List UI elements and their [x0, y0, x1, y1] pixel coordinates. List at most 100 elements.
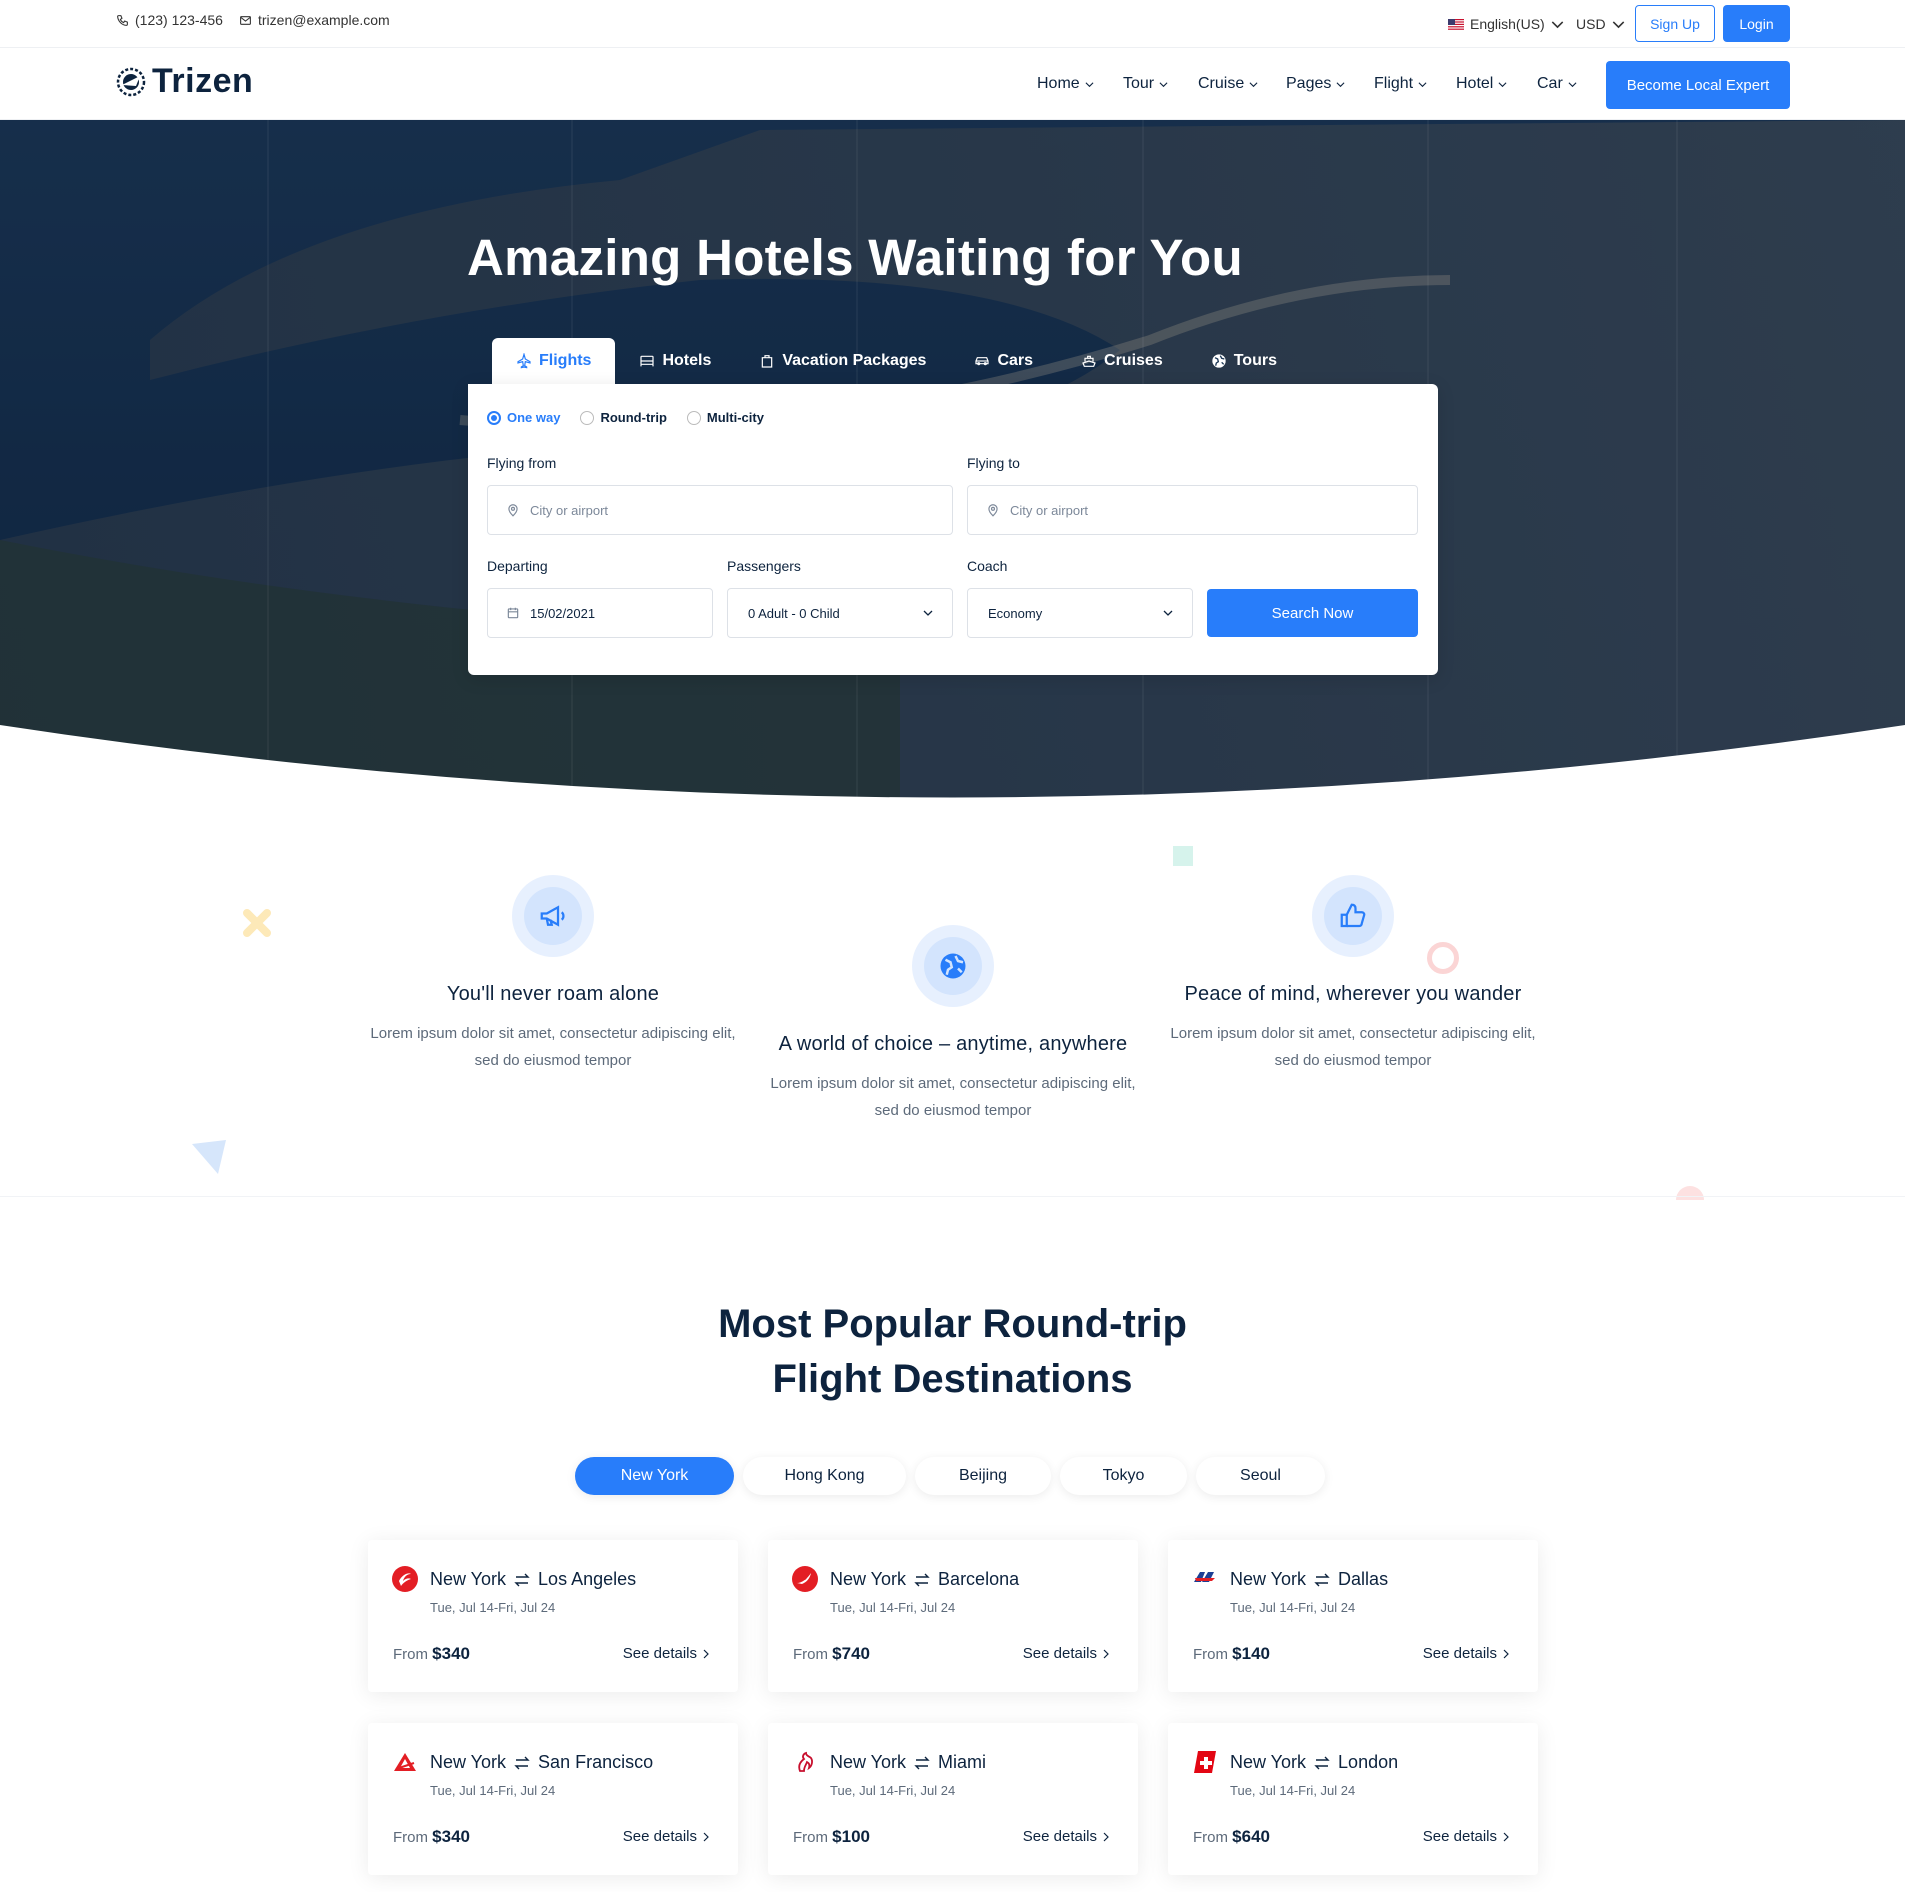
language-selector[interactable]: English(US) [1448, 16, 1564, 32]
nav-item-cruise[interactable]: Cruise [1198, 75, 1258, 93]
see-details-link[interactable]: See details [623, 1645, 710, 1662]
nav-item-hotel[interactable]: Hotel [1456, 75, 1507, 93]
signup-button[interactable]: Sign Up [1635, 5, 1715, 42]
chevron-down-icon [1163, 610, 1173, 616]
swap-arrows-icon [914, 1756, 930, 1769]
feature-icon-inner [1324, 887, 1382, 945]
city-tab-seoul[interactable]: Seoul [1196, 1457, 1325, 1495]
flying-to-input[interactable]: City or airport [967, 485, 1418, 535]
see-details-link[interactable]: See details [1023, 1828, 1110, 1845]
tab-cars[interactable]: Cars [950, 338, 1057, 384]
chevron-right-icon [1103, 1832, 1109, 1841]
currency-selector[interactable]: USD [1576, 16, 1625, 32]
from-label: From [393, 1829, 428, 1846]
feature-item: You'll never roam alone Lorem ipsum dolo… [363, 875, 743, 1074]
price-value: $100 [832, 1827, 870, 1846]
chevron-right-icon [1503, 1832, 1509, 1841]
bed-icon [640, 355, 655, 367]
feature-item: Peace of mind, wherever you wander Lorem… [1163, 875, 1543, 1074]
title-line: Flight Destinations [772, 1357, 1133, 1401]
flight-deal-card[interactable]: New York San Francisco Tue, Jul 14-Fri, … [368, 1723, 738, 1875]
nav-item-tour[interactable]: Tour [1123, 75, 1168, 93]
route: New York Los Angeles [430, 1569, 636, 1590]
city-tab-tokyo[interactable]: Tokyo [1060, 1457, 1187, 1495]
city-tab-hong-kong[interactable]: Hong Kong [743, 1457, 906, 1495]
feature-title: Peace of mind, wherever you wander [1184, 983, 1522, 1005]
flight-deal-card[interactable]: New York Miami Tue, Jul 14-Fri, Jul 24 F… [768, 1723, 1138, 1875]
flight-deal-card[interactable]: New York London Tue, Jul 14-Fri, Jul 24 … [1168, 1723, 1538, 1875]
tab-cruises[interactable]: Cruises [1057, 338, 1187, 384]
travel-dates: Tue, Jul 14-Fri, Jul 24 [430, 1600, 556, 1615]
tab-flights[interactable]: Flights [492, 338, 616, 384]
see-details-label: See details [622, 1828, 697, 1845]
departing-date-input[interactable]: 15/02/2021 [487, 588, 713, 638]
travel-dates: Tue, Jul 14-Fri, Jul 24 [830, 1783, 956, 1798]
see-details-link[interactable]: See details [1023, 1645, 1110, 1662]
city-tab-new-york[interactable]: New York [575, 1457, 734, 1495]
language-label: English(US) [1470, 16, 1545, 32]
login-button[interactable]: Login [1723, 5, 1790, 42]
radio-dot [580, 410, 595, 425]
currency-label: USD [1576, 16, 1606, 32]
nav-item-home[interactable]: Home [1037, 75, 1094, 93]
from-label: From [1193, 1646, 1228, 1663]
feature-icon-inner [524, 887, 582, 945]
city-tab-beijing[interactable]: Beijing [915, 1457, 1051, 1495]
email-contact[interactable]: trizen@example.com [239, 12, 390, 28]
radio-round-trip[interactable]: Round-trip [580, 410, 667, 425]
tab-tours[interactable]: Tours [1187, 338, 1301, 384]
radio-label: One way [507, 410, 561, 425]
chevron-down-icon [1159, 81, 1168, 87]
feature-icon-badge [1312, 875, 1394, 957]
chevron-right-icon [703, 1649, 709, 1658]
city-filter-tabs: New York Hong Kong Beijing Tokyo Seoul [575, 1457, 1325, 1495]
flight-deal-card[interactable]: New York Barcelona Tue, Jul 14-Fri, Jul … [768, 1540, 1138, 1692]
chevron-down-icon [1249, 81, 1258, 87]
nav-item-pages[interactable]: Pages [1286, 75, 1345, 93]
origin-city: New York [1230, 1752, 1307, 1772]
nav-label: Flight [1374, 75, 1414, 92]
destination-city: Los Angeles [538, 1569, 637, 1589]
swap-arrows-icon [514, 1573, 530, 1586]
see-details-link[interactable]: See details [623, 1828, 710, 1845]
flight-deal-card[interactable]: New York Los Angeles Tue, Jul 14-Fri, Ju… [368, 1540, 738, 1692]
search-now-button[interactable]: Search Now [1207, 589, 1418, 637]
airline-logo-icon [798, 1751, 813, 1772]
price-line: From $740 [793, 1644, 870, 1664]
globe-icon [940, 953, 966, 979]
brand-logo[interactable]: Trizen [114, 62, 253, 101]
tab-vacation-packages[interactable]: Vacation Packages [735, 338, 950, 384]
map-pin-icon [508, 504, 518, 517]
price-line: From $340 [393, 1644, 470, 1664]
flying-from-input[interactable]: City or airport [487, 485, 953, 535]
chevron-down-icon [1498, 81, 1507, 87]
nav-item-flight[interactable]: Flight [1374, 75, 1427, 93]
chevron-down-icon [923, 610, 933, 616]
radio-label: Multi-city [706, 410, 764, 425]
chevron-right-icon [1503, 1649, 1509, 1658]
price-value: $640 [1232, 1827, 1270, 1846]
passengers-dropdown[interactable]: 0 Adult - 0 Child [727, 588, 953, 638]
flight-deal-card[interactable]: New York Dallas Tue, Jul 14-Fri, Jul 24 … [1168, 1540, 1538, 1692]
tab-label: Flights [539, 352, 592, 369]
search-tabs: Flights Hotels Vacation Packages Cars Cr… [492, 338, 1301, 384]
phone-icon [117, 14, 128, 26]
shopping-bag-icon [762, 355, 773, 368]
coach-dropdown[interactable]: Economy [967, 588, 1193, 638]
phone-contact[interactable]: (123) 123-456 [116, 12, 223, 28]
radio-one-way[interactable]: One way [487, 410, 560, 425]
see-details-link[interactable]: See details [1423, 1645, 1510, 1662]
become-local-expert-button[interactable]: Become Local Expert [1606, 61, 1790, 109]
destination-city: Dallas [1338, 1569, 1389, 1589]
radio-multi-city[interactable]: Multi-city [686, 410, 764, 425]
departing-label: Departing [487, 558, 548, 574]
tab-hotels[interactable]: Hotels [615, 338, 735, 384]
see-details-link[interactable]: See details [1423, 1828, 1510, 1845]
popular-section-title: Most Popular Round-trip Flight Destinati… [0, 1297, 1905, 1407]
nav-label: Tour [1123, 75, 1155, 92]
feature-title: You'll never roam alone [446, 983, 660, 1005]
megaphone-icon [540, 905, 565, 927]
feature-text: Lorem ipsum dolor sit amet, consectetur … [370, 1025, 736, 1069]
destination-city: Barcelona [938, 1569, 1020, 1589]
nav-item-car[interactable]: Car [1537, 75, 1577, 93]
